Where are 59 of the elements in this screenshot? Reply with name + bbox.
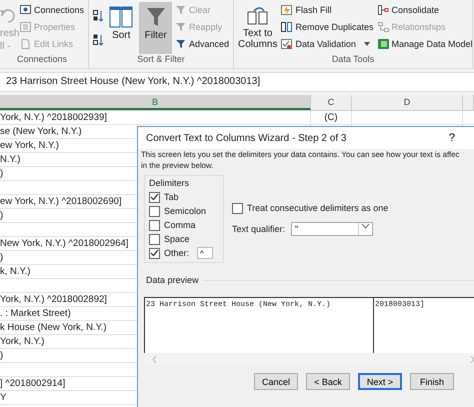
consolidate-icon (378, 5, 388, 15)
checkbox-label[interactable]: Tab (164, 192, 179, 202)
checkbox[interactable] (149, 248, 160, 258)
dialog-button[interactable]: Cancel (254, 373, 298, 390)
group-label: Sort & Filter (136, 54, 186, 66)
manage-data-model-button[interactable]: Manage Data Model (378, 36, 473, 52)
sort-ascending-icon[interactable] (93, 10, 103, 22)
data-validation-icon (281, 39, 292, 49)
text-to-columns-icon (246, 6, 270, 26)
group-label: Delimiters (149, 178, 190, 188)
relationships-icon (378, 22, 388, 32)
consolidate-button[interactable]: Consolidate (378, 2, 473, 18)
connections-button[interactable]: Connections (20, 2, 84, 18)
checkbox-label[interactable]: Other: (164, 248, 190, 258)
table-cell: (C) (311, 111, 352, 124)
checkbox-label[interactable]: Space (164, 234, 190, 244)
group-label: Data Tools (330, 54, 376, 66)
column-header[interactable]: C (311, 95, 352, 110)
flash-fill-icon (281, 5, 292, 15)
checkbox-label[interactable]: Comma (164, 220, 196, 230)
group-label: Connections (16, 54, 68, 66)
funnel-icon (176, 39, 186, 49)
remove-duplicates-icon (281, 22, 292, 32)
checkbox[interactable] (149, 220, 160, 230)
checkbox[interactable] (232, 202, 243, 214)
dropdown-arrow-icon[interactable] (358, 223, 372, 235)
caret-icon (364, 42, 370, 46)
text-qualifier-dropdown[interactable]: " (291, 222, 374, 236)
connections-icon (20, 5, 31, 15)
field-label: Text qualifier: (232, 224, 286, 234)
section-label: Data preview (146, 275, 199, 285)
checkbox-label[interactable]: Semicolon (164, 206, 206, 216)
advanced-button[interactable]: Advanced (176, 36, 229, 52)
filter-button[interactable]: Filter (139, 2, 172, 54)
checkbox[interactable] (149, 192, 160, 202)
sort-icon (109, 6, 134, 28)
dialog-button[interactable]: Next > (358, 373, 402, 390)
flash-fill-button[interactable]: Flash Fill (281, 2, 374, 18)
funnel-icon (176, 22, 186, 32)
sort-descending-icon[interactable] (93, 34, 103, 46)
other-input-field[interactable]: ^ (197, 247, 214, 259)
document-icon (20, 39, 31, 49)
properties-icon (20, 22, 31, 32)
table-cell: York, N.Y.) ^2018002939] (0, 111, 311, 124)
dialog-button[interactable]: < Back (306, 373, 350, 390)
data-validation-button[interactable]: Data Validation (281, 36, 374, 52)
help-button[interactable]: ? (448, 132, 455, 144)
column-header[interactable]: D (352, 95, 463, 110)
sort-button[interactable]: Sort (107, 2, 136, 54)
checkbox[interactable] (149, 234, 160, 244)
data-model-icon (378, 39, 388, 49)
remove-duplicates-button[interactable]: Remove Duplicates (281, 19, 374, 35)
dialog-button[interactable]: Finish (410, 373, 454, 390)
text-to-columns-button[interactable]: Text to Columns (238, 2, 278, 54)
column-header[interactable]: B (0, 95, 311, 110)
funnel-icon (176, 5, 186, 15)
funnel-icon (146, 6, 166, 28)
formula-bar[interactable]: 23 Harrison Street House (New York, N.Y.) ^2018003013] (0, 72, 474, 92)
checkbox[interactable] (149, 206, 160, 216)
